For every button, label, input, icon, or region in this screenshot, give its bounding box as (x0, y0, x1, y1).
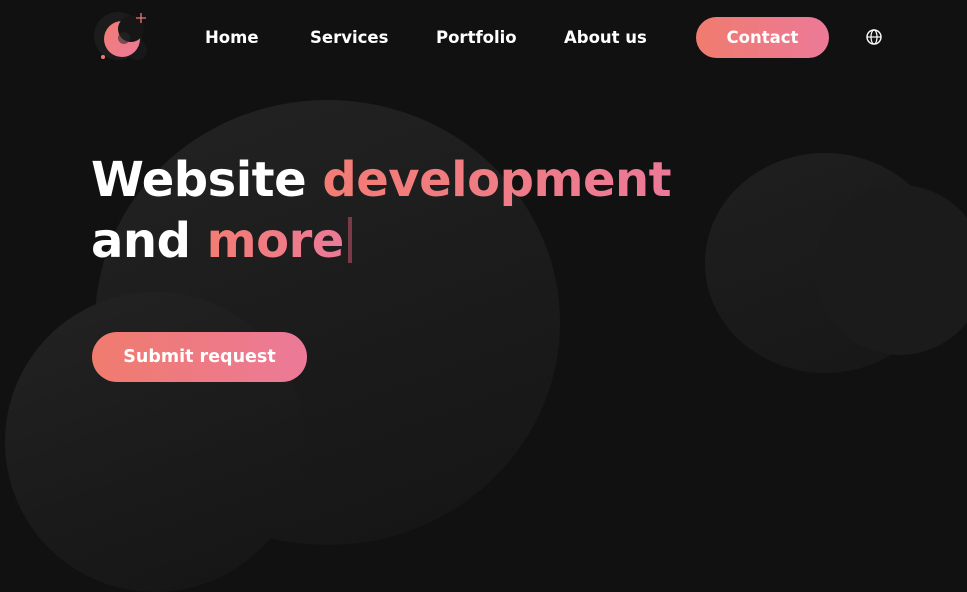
contact-button[interactable]: Contact (696, 17, 829, 58)
headline-line2-white: and (91, 213, 207, 269)
headline-line1-white: Website (91, 152, 323, 208)
headline-line1-accent: development (322, 152, 672, 208)
typing-caret (347, 217, 352, 263)
headline-line2-accent: more (206, 213, 345, 269)
nav-about-us-link[interactable]: About us (564, 24, 647, 52)
hero-headline: Website development and more (91, 150, 672, 272)
globe-icon[interactable] (865, 28, 883, 46)
nav-home-link[interactable]: Home (205, 24, 259, 52)
submit-request-button[interactable]: Submit request (92, 332, 307, 382)
nav-services-link[interactable]: Services (310, 24, 388, 52)
logo-moon-icon (94, 12, 147, 60)
nav-portfolio-link[interactable]: Portfolio (436, 24, 517, 52)
logo[interactable] (90, 11, 152, 65)
